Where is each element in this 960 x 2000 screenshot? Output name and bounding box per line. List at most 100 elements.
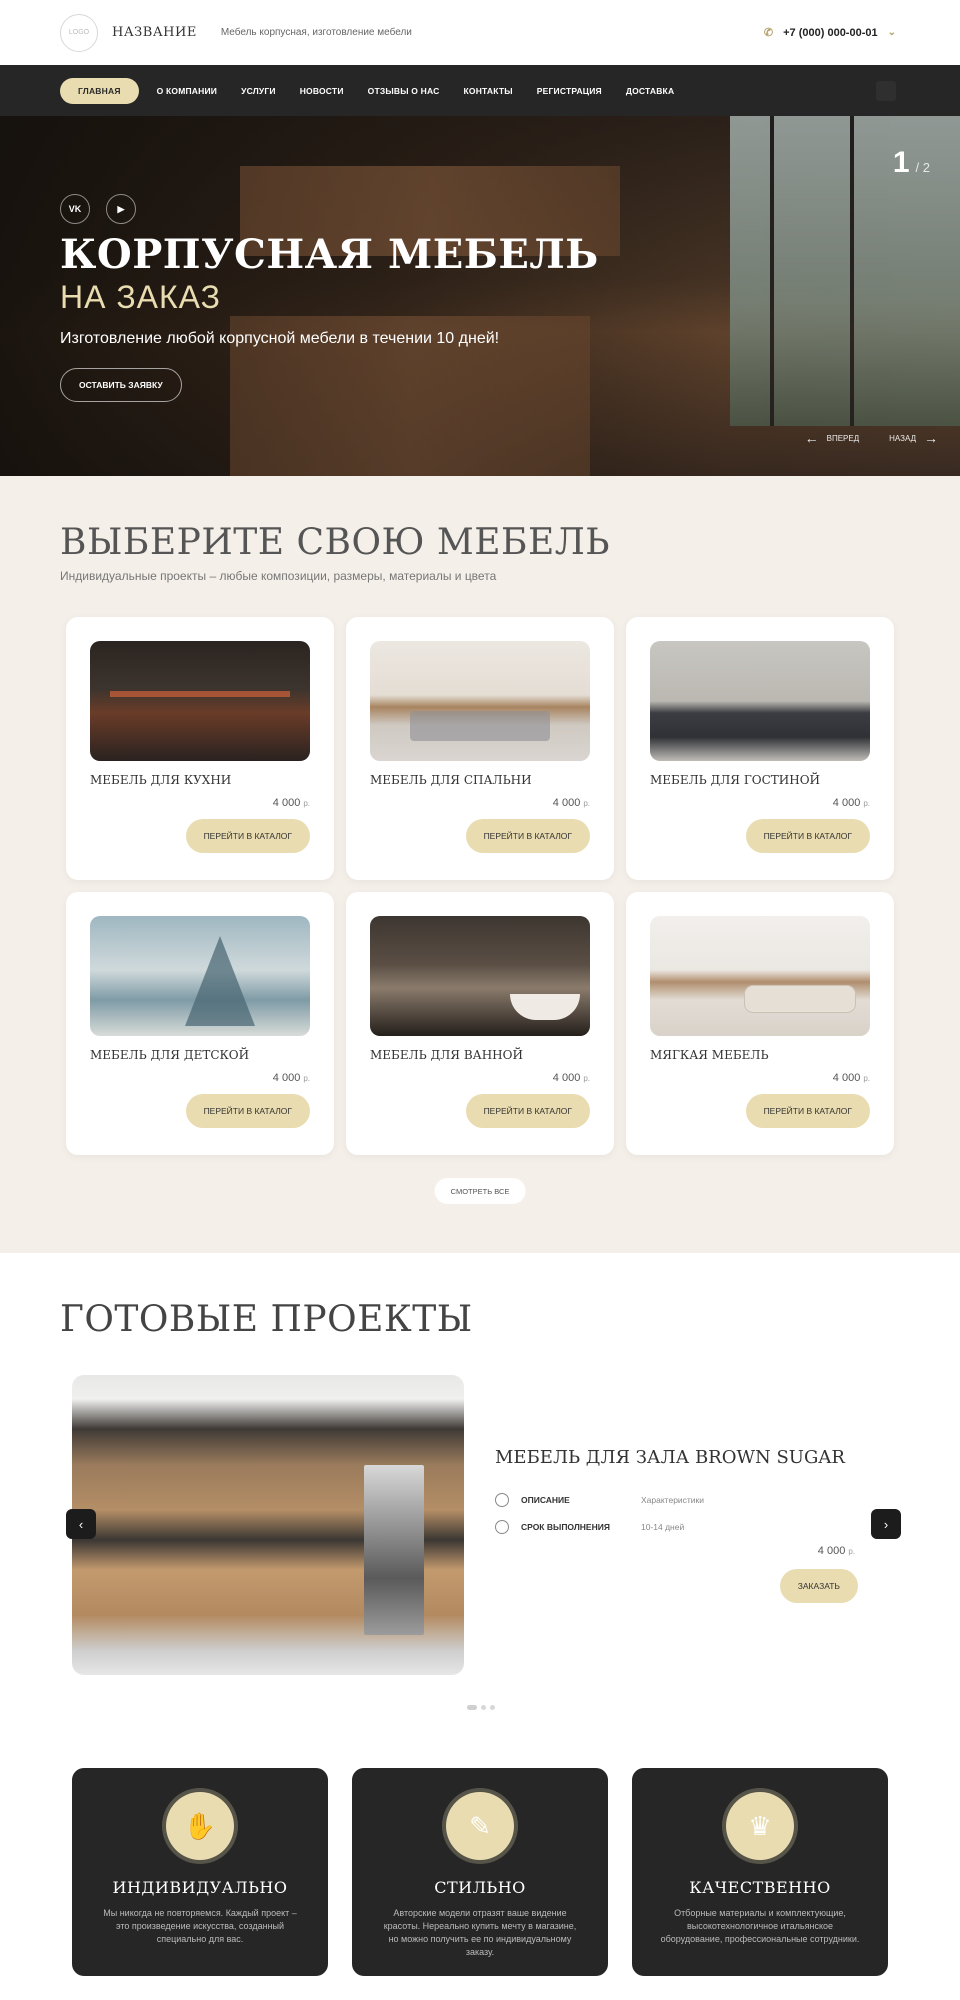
spec-value[interactable]: Характеристики: [641, 1495, 704, 1505]
kids-room-image[interactable]: [90, 916, 310, 1036]
nav-item-reviews[interactable]: ОТЗЫВЫ О НАС: [368, 86, 440, 96]
slide-counter: 1/ 2: [892, 146, 930, 179]
slider-next-button[interactable]: НАЗАД →: [889, 430, 938, 446]
chevron-down-icon[interactable]: ⌄: [888, 27, 896, 38]
card-name[interactable]: МЕБЕЛЬ ДЛЯ ГОСТИНОЙ: [650, 773, 870, 787]
slider-prev-button[interactable]: ← ВПЕРЕД: [805, 430, 860, 446]
phone-block[interactable]: ✆ +7 (000) 000-00-01 ⌄: [763, 26, 896, 40]
carousel-dot[interactable]: [467, 1705, 477, 1710]
main-nav: ГЛАВНАЯ О КОМПАНИИ УСЛУГИ НОВОСТИ ОТЗЫВЫ…: [0, 65, 960, 116]
catalog-card: МЕБЕЛЬ ДЛЯ ДЕТСКОЙ 4 000 р. ПЕРЕЙТИ В КАТ…: [66, 892, 334, 1155]
project-price: 4 000 р.: [817, 1545, 855, 1557]
catalog-card: МЕБЕЛЬ ДЛЯ СПАЛЬНИ 4 000 р. ПЕРЕЙТИ В КАТ…: [346, 617, 614, 880]
projects-next-button[interactable]: ›: [871, 1509, 901, 1539]
youtube-icon[interactable]: ▶: [106, 194, 136, 224]
catalog-card: МЯГКАЯ МЕБЕЛЬ 4 000 р. ПЕРЕЙТИ В КАТАЛОГ: [626, 892, 894, 1155]
handshake-icon: ✋: [166, 1792, 234, 1860]
social-links: VK ▶: [60, 194, 136, 224]
projects-title: ГОТОВЫЕ ПРОЕКТЫ: [60, 1299, 473, 1340]
feature-title: КАЧЕСТВЕННО: [689, 1878, 831, 1897]
hero-lead: Изготовление любой корпусной мебели в те…: [60, 330, 500, 347]
catalog-subtitle: Индивидуальные проекты – любые композици…: [60, 569, 497, 583]
card-price: 4 000 р.: [832, 1072, 870, 1084]
nav-item-home[interactable]: ГЛАВНАЯ: [60, 77, 139, 104]
card-name[interactable]: МЯГКАЯ МЕБЕЛЬ: [650, 1048, 870, 1062]
sofa-image[interactable]: [650, 916, 870, 1036]
project-image[interactable]: [72, 1375, 464, 1675]
nav-item-contacts[interactable]: КОНТАКТЫ: [464, 86, 513, 96]
order-button[interactable]: ЗАКАЗАТЬ: [779, 1569, 858, 1603]
project-title[interactable]: МЕБЕЛЬ ДЛЯ ЗАЛА BROWN SUGAR: [495, 1447, 845, 1468]
nav-item-news[interactable]: НОВОСТИ: [300, 86, 344, 96]
bathroom-image[interactable]: [370, 916, 590, 1036]
card-price: 4 000 р.: [552, 1072, 590, 1084]
card-name[interactable]: МЕБЕЛЬ ДЛЯ ДЕТСКОЙ: [90, 1048, 310, 1062]
card-name[interactable]: МЕБЕЛЬ ДЛЯ ВАННОЙ: [370, 1048, 590, 1062]
card-name[interactable]: МЕБЕЛЬ ДЛЯ КУХНИ: [90, 773, 310, 787]
nav-item-services[interactable]: УСЛУГИ: [241, 86, 276, 96]
slider-prev-label: ВПЕРЕД: [826, 433, 860, 443]
kitchen-image[interactable]: [90, 641, 310, 761]
chevron-left-icon: ‹: [78, 1516, 84, 1532]
feature-card: ♛ КАЧЕСТВЕННО Отборные материалы и компл…: [632, 1768, 888, 1976]
slider-arrows: ← ВПЕРЕД НАЗАД →: [805, 430, 938, 446]
living-room-image[interactable]: [650, 641, 870, 761]
menu-icon[interactable]: [876, 81, 896, 101]
vk-icon[interactable]: VK: [60, 194, 90, 224]
features-section: ✋ ИНДИВИДУАЛЬНО Мы никогда не повторяемс…: [0, 1768, 960, 1976]
catalog-button[interactable]: ПЕРЕЙТИ В КАТАЛОГ: [185, 819, 310, 853]
catalog-button[interactable]: ПЕРЕЙТИ В КАТАЛОГ: [185, 1094, 310, 1128]
feature-title: СТИЛЬНО: [434, 1878, 526, 1897]
clock-icon: [495, 1520, 509, 1534]
hero-subtitle: НА ЗАКАЗ: [60, 279, 221, 315]
card-price: 4 000 р.: [272, 797, 310, 809]
nav-item-delivery[interactable]: ДОСТАВКА: [626, 86, 674, 96]
nav-item-registration[interactable]: РЕГИСТРАЦИЯ: [537, 86, 602, 96]
card-name[interactable]: МЕБЕЛЬ ДЛЯ СПАЛЬНИ: [370, 773, 590, 787]
hero-slider: 1/ 2 VK ▶ КОРПУСНАЯ МЕБЕЛЬ НА ЗАКАЗ Изго…: [0, 116, 960, 476]
hero-title: КОРПУСНАЯ МЕБЕЛЬ: [60, 231, 599, 278]
arrow-left-icon: ←: [804, 430, 819, 446]
feature-card: ✋ ИНДИВИДУАЛЬНО Мы никогда не повторяемс…: [72, 1768, 328, 1976]
arrow-right-icon: →: [924, 430, 938, 446]
see-all-button[interactable]: СМОТРЕТЬ ВСЕ: [434, 1178, 526, 1204]
nav-item-about[interactable]: О КОМПАНИИ: [157, 86, 217, 96]
badge-icon: [495, 1493, 509, 1507]
request-button[interactable]: ОСТАВИТЬ ЗАЯВКУ: [60, 368, 182, 402]
phone-icon: ✆: [763, 27, 774, 39]
catalog-card: МЕБЕЛЬ ДЛЯ ВАННОЙ 4 000 р. ПЕРЕЙТИ В КАТА…: [346, 892, 614, 1155]
catalog-button[interactable]: ПЕРЕЙТИ В КАТАЛОГ: [465, 1094, 590, 1128]
carousel-dot[interactable]: [481, 1705, 486, 1710]
feature-text: Отборные материалы и комплектующие, высо…: [660, 1908, 860, 1944]
card-price: 4 000 р.: [552, 797, 590, 809]
feature-title: ИНДИВИДУАЛЬНО: [112, 1878, 288, 1897]
catalog-card: МЕБЕЛЬ ДЛЯ КУХНИ 4 000 р. ПЕРЕЙТИ В КАТАЛ…: [66, 617, 334, 880]
design-icon: ✎: [446, 1792, 514, 1860]
projects-prev-button[interactable]: ‹: [66, 1509, 96, 1539]
project-spec-duration: СРОК ВЫПОЛНЕНИЯ 10-14 дней: [495, 1520, 684, 1534]
spec-label: СРОК ВЫПОЛНЕНИЯ: [521, 1522, 610, 1532]
catalog-button[interactable]: ПЕРЕЙТИ В КАТАЛОГ: [745, 819, 870, 853]
project-spec-description: ОПИСАНИЕ Характеристики: [495, 1493, 704, 1507]
phone-number[interactable]: +7 (000) 000-00-01: [783, 27, 877, 39]
feature-text: Авторские модели отразят ваше видение кр…: [383, 1908, 577, 1957]
catalog-title: ВЫБЕРИТЕ СВОЮ МЕБЕЛЬ: [60, 522, 611, 563]
tagline: Мебель корпусная, изготовление мебели: [220, 27, 412, 38]
carousel-dot[interactable]: [490, 1705, 495, 1710]
brand-name[interactable]: НАЗВАНИЕ: [112, 25, 197, 40]
catalog-card: МЕБЕЛЬ ДЛЯ ГОСТИНОЙ 4 000 р. ПЕРЕЙТИ В КА…: [626, 617, 894, 880]
card-price: 4 000 р.: [272, 1072, 310, 1084]
logo[interactable]: LOGO: [60, 13, 98, 52]
spec-label: ОПИСАНИЕ: [521, 1495, 570, 1505]
carousel-dots: [467, 1705, 495, 1710]
trophy-icon: ♛: [726, 1792, 794, 1860]
bedroom-image[interactable]: [370, 641, 590, 761]
feature-card: ✎ СТИЛЬНО Авторские модели отразят ваше …: [352, 1768, 608, 1976]
catalog-section: ВЫБЕРИТЕ СВОЮ МЕБЕЛЬ Индивидуальные прое…: [0, 476, 960, 1253]
catalog-grid: МЕБЕЛЬ ДЛЯ КУХНИ 4 000 р. ПЕРЕЙТИ В КАТАЛ…: [66, 617, 900, 1155]
slider-next-label: НАЗАД: [889, 433, 916, 443]
feature-text: Мы никогда не повторяемся. Каждый проект…: [103, 1908, 297, 1944]
catalog-button[interactable]: ПЕРЕЙТИ В КАТАЛОГ: [745, 1094, 870, 1128]
catalog-button[interactable]: ПЕРЕЙТИ В КАТАЛОГ: [465, 819, 590, 853]
site-header: LOGO НАЗВАНИЕ Мебель корпусная, изготовл…: [0, 0, 960, 65]
